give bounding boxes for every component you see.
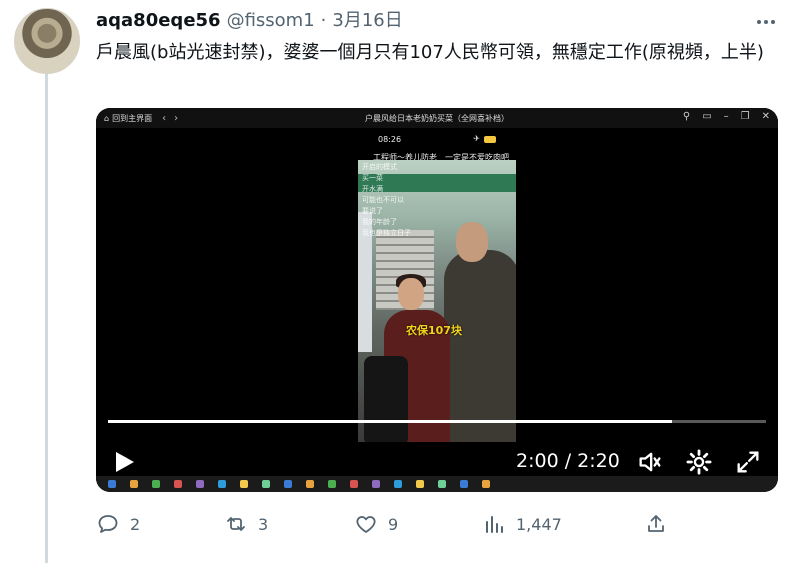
reply-icon	[98, 515, 118, 533]
retweet-count: 3	[258, 514, 269, 534]
video-player[interactable]: ⌂ 回到主界面 ‹› 户晨风给日本老奶奶买菜（全网喜补档） ⚲ ▭ – ❐ ✕ …	[96, 108, 778, 492]
taskbar-app-icon	[460, 480, 468, 488]
share-icon	[648, 515, 664, 532]
taskbar-app-icon	[152, 480, 160, 488]
taskbar-app-icon	[328, 480, 336, 488]
taskbar-app-icon	[394, 480, 402, 488]
clip-overlay-line: 我也是独立日子	[362, 229, 411, 237]
display-name[interactable]: aqa80eqe56	[96, 10, 221, 31]
user-handle[interactable]: @fissom1	[227, 10, 315, 31]
clip-overlay-line: 要说了	[362, 207, 383, 215]
airplane-icon: ✈	[473, 134, 480, 143]
clip-overlay-line: 我的年龄了	[362, 218, 397, 226]
taskbar-app-icon	[372, 480, 380, 488]
thread-line	[45, 74, 48, 563]
window-controls: ⚲ ▭ – ❐ ✕	[683, 111, 770, 122]
taskbar-app-icon	[438, 480, 446, 488]
time-readout: 2:00 / 2:20	[516, 450, 620, 472]
window-title: 户晨风给日本老奶奶买菜（全网喜补档）	[365, 113, 509, 123]
like-count: 9	[388, 514, 399, 534]
pin-icon[interactable]: ⚲	[683, 111, 690, 122]
restore-icon[interactable]: ❐	[741, 111, 750, 122]
progress-fill	[108, 420, 672, 423]
phone-status-bar: 08:26 ✈	[358, 134, 518, 148]
tweet-text: 戶晨風(b站光速封禁)，婆婆一個月只有107人民幣可領，無穩定工作(原視頻，上半…	[96, 42, 764, 63]
volume-icon[interactable]	[636, 448, 664, 476]
phone-time: 08:26	[378, 135, 402, 144]
retweet-button[interactable]: 3	[224, 510, 268, 538]
taskbar-app-icon	[130, 480, 138, 488]
man-head	[456, 222, 488, 262]
taskbar-app-icon	[284, 480, 292, 488]
progress-bar[interactable]	[108, 420, 766, 423]
settings-icon[interactable]	[685, 448, 713, 476]
os-taskbar	[96, 476, 778, 492]
window-titlebar: ⌂ 回到主界面 ‹› 户晨风给日本老奶奶买菜（全网喜补档） ⚲ ▭ – ❐ ✕	[96, 108, 778, 128]
taskbar-app-icon	[416, 480, 424, 488]
minimize-icon[interactable]: –	[724, 111, 729, 122]
taskbar-app-icon	[108, 480, 116, 488]
tweet-header: aqa80eqe56 @fissom1 · 3月16日	[96, 6, 403, 34]
taskbar-app-icon	[196, 480, 204, 488]
tweet-actions: 2 3 9 1,447	[96, 510, 776, 538]
taskbar-app-icon	[218, 480, 226, 488]
reply-count: 2	[130, 514, 141, 534]
views-count: 1,447	[516, 514, 562, 534]
clip-overlay-text: 开启的模式买一菜开水满可能也不可以 要说了我的年龄了我也是独立日子	[362, 162, 411, 239]
clip-overlay-line: 买一菜	[362, 174, 383, 182]
shopping-cart	[364, 356, 408, 442]
fullscreen-icon[interactable]	[734, 448, 762, 476]
retweet-icon	[227, 517, 245, 531]
share-button[interactable]	[644, 510, 668, 538]
views-button[interactable]: 1,447	[482, 510, 562, 538]
clip-overlay-line: 开启的模式	[362, 163, 397, 171]
play-icon[interactable]	[116, 452, 134, 472]
video-subtitle: 农保107块	[406, 324, 462, 337]
woman-head	[398, 278, 424, 310]
reply-button[interactable]: 2	[96, 510, 140, 538]
taskbar-app-icon	[174, 480, 182, 488]
clip-overlay-line: 开水满	[362, 185, 383, 193]
more-icon[interactable]	[752, 12, 780, 32]
like-icon	[356, 516, 376, 533]
taskbar-app-icon	[482, 480, 490, 488]
pip-icon[interactable]: ▭	[702, 111, 711, 122]
separator-dot: ·	[320, 10, 327, 31]
close-icon[interactable]: ✕	[762, 111, 770, 122]
views-icon	[486, 516, 503, 533]
clip-overlay-line: 可能也不可以	[362, 196, 404, 204]
taskbar-app-icon	[306, 480, 314, 488]
taskbar-app-icon	[262, 480, 270, 488]
battery-icon	[484, 136, 496, 143]
taskbar-app-icon	[240, 480, 248, 488]
video-frame: 开启的模式买一菜开水满可能也不可以 要说了我的年龄了我也是独立日子 农保107块	[358, 160, 516, 442]
man-figure	[444, 250, 516, 442]
tweet-date[interactable]: 3月16日	[332, 6, 402, 32]
avatar[interactable]	[14, 8, 80, 74]
like-button[interactable]: 9	[354, 510, 398, 538]
taskbar-app-icon	[350, 480, 358, 488]
